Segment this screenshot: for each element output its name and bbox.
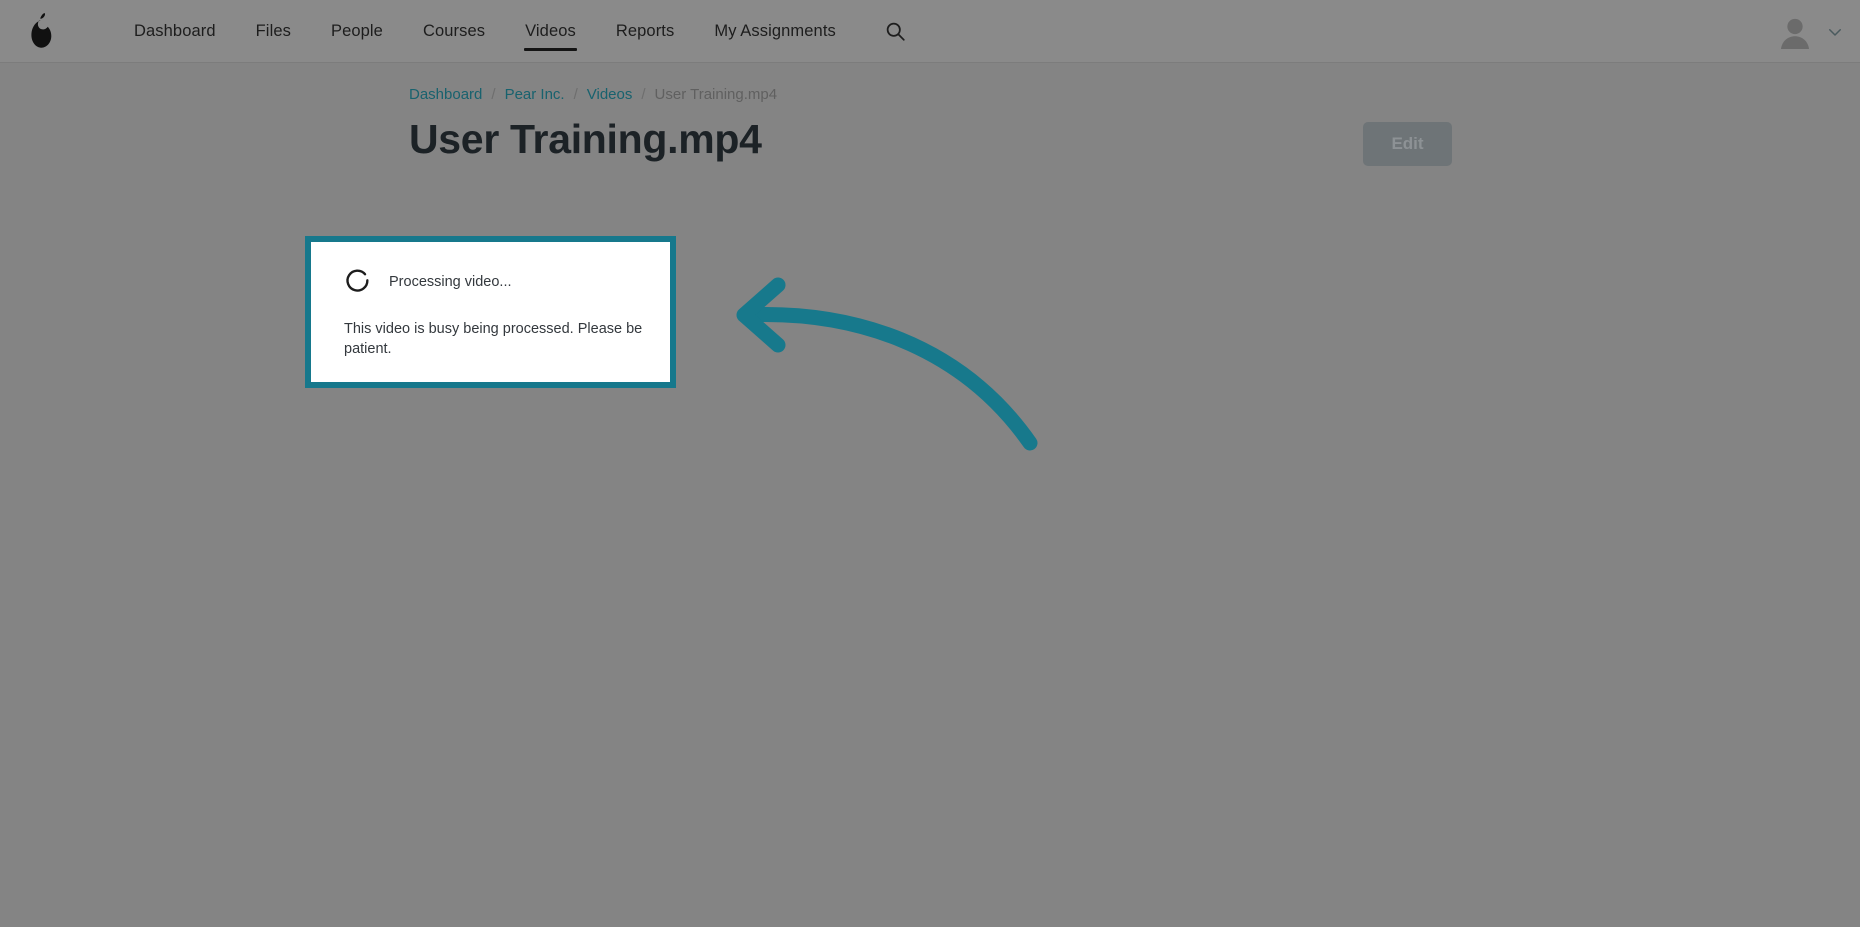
nav-items: Dashboard Files People Courses Videos Re… [114,0,856,63]
nav-item-people[interactable]: People [311,0,403,63]
processing-card-inner: Processing video... This video is busy b… [311,242,670,382]
arrow-tail [745,315,1030,443]
page-content: Dashboard / Pear Inc. / Videos / User Tr… [0,63,1860,927]
breadcrumb-separator: / [491,86,495,103]
arrow-head [744,285,778,345]
nav-item-label: People [331,22,383,41]
user-menu[interactable] [1778,0,1844,63]
loading-spinner-icon [344,268,373,297]
breadcrumb-item-pear-inc[interactable]: Pear Inc. [505,86,565,103]
nav-item-files[interactable]: Files [236,0,311,63]
app-logo[interactable] [12,0,70,63]
content-column: Dashboard / Pear Inc. / Videos / User Tr… [409,83,1469,166]
processing-message: This video is busy being processed. Plea… [344,319,648,360]
nav-item-label: Videos [525,22,576,41]
nav-item-videos[interactable]: Videos [505,0,596,63]
nav-item-label: Dashboard [134,22,216,41]
nav-item-reports[interactable]: Reports [596,0,694,63]
processing-status-row: Processing video... [344,265,648,299]
nav-item-label: My Assignments [714,22,836,41]
search-icon [885,21,906,42]
breadcrumb: Dashboard / Pear Inc. / Videos / User Tr… [409,83,1469,105]
pear-logo-icon [26,13,56,49]
top-navigation-bar: Dashboard Files People Courses Videos Re… [0,0,1860,63]
processing-status-label: Processing video... [389,274,512,290]
breadcrumb-item-videos[interactable]: Videos [587,86,633,103]
avatar-icon[interactable] [1778,15,1812,49]
breadcrumb-item-dashboard[interactable]: Dashboard [409,86,482,103]
nav-item-my-assignments[interactable]: My Assignments [694,0,856,63]
breadcrumb-item-current: User Training.mp4 [655,86,778,103]
nav-item-courses[interactable]: Courses [403,0,505,63]
chevron-down-icon[interactable] [1826,23,1844,41]
nav-item-label: Reports [616,22,674,41]
nav-item-dashboard[interactable]: Dashboard [114,0,236,63]
page-title: User Training.mp4 [409,116,762,163]
breadcrumb-separator: / [641,86,645,103]
nav-item-label: Files [256,22,291,41]
title-row: User Training.mp4 Edit [409,116,1469,166]
processing-video-card: Processing video... This video is busy b… [305,236,676,388]
edit-button[interactable]: Edit [1363,122,1452,166]
curved-left-arrow-annotation [700,258,1060,468]
search-button[interactable] [870,0,922,63]
nav-item-label: Courses [423,22,485,41]
breadcrumb-separator: / [574,86,578,103]
